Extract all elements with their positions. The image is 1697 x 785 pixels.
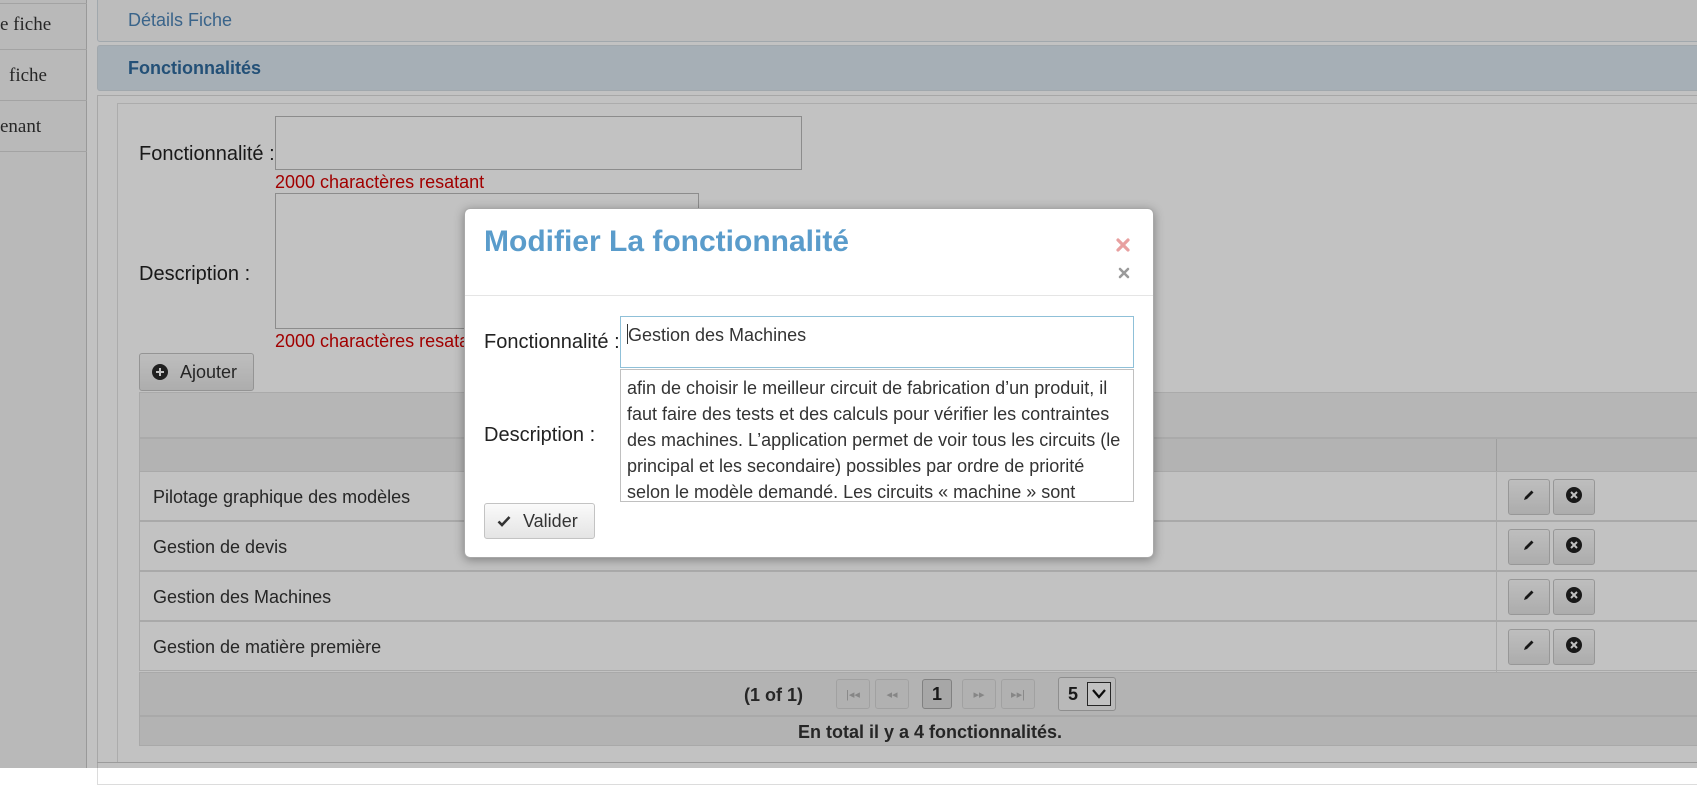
dialog-description-value: afin de choisir le meilleur circuit de f… <box>627 378 1121 502</box>
check-icon <box>497 515 511 527</box>
dialog-functionality-label: Fonctionnalité : <box>484 331 620 353</box>
close-icon[interactable] <box>1118 266 1130 284</box>
dialog-functionality-value: Gestion des Machines <box>628 325 807 345</box>
close-icon[interactable] <box>1116 238 1130 257</box>
dialog-description-textarea[interactable]: afin de choisir le meilleur circuit de f… <box>620 369 1134 502</box>
divider <box>465 295 1153 296</box>
dialog-title: Modifier La fonctionnalité <box>484 225 849 258</box>
validate-button-label: Valider <box>523 510 578 531</box>
dialog-functionality-input[interactable]: Gestion des Machines <box>620 316 1134 368</box>
validate-button[interactable]: Valider <box>484 503 595 539</box>
edit-functionality-dialog: Modifier La fonctionnalité Fonctionnalit… <box>464 208 1154 558</box>
dialog-description-label: Description : <box>484 424 596 446</box>
